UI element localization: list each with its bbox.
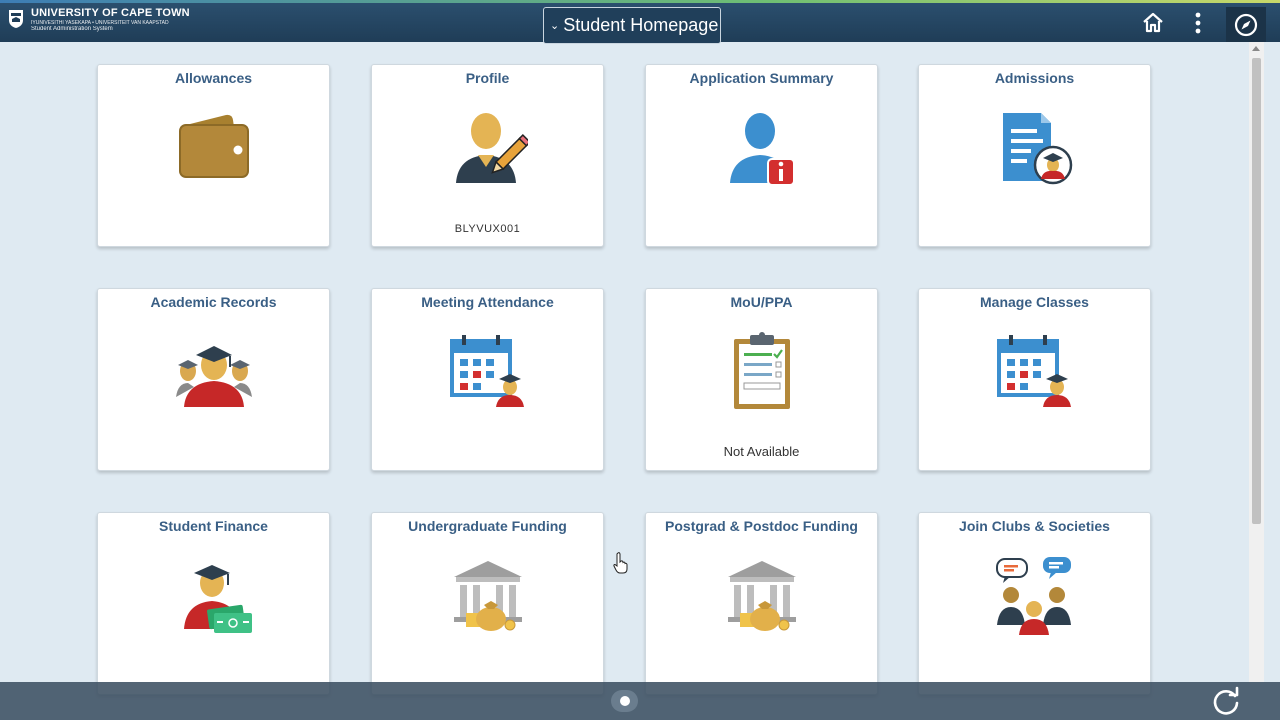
tile-title: Student Finance xyxy=(159,518,268,534)
document-graduate-icon xyxy=(1003,113,1073,185)
graduate-money-icon xyxy=(184,565,252,633)
tile-meeting-attendance[interactable]: Meeting Attendance xyxy=(371,288,604,471)
navbar-button[interactable] xyxy=(1226,7,1266,42)
tile-undergraduate-funding[interactable]: Undergraduate Funding xyxy=(371,512,604,695)
tile-subtitle: BLYVUX001 xyxy=(454,223,521,235)
tile-allowances[interactable]: Allowances xyxy=(97,64,330,247)
tile-admissions[interactable]: Admissions xyxy=(918,64,1151,247)
refresh-icon[interactable] xyxy=(1210,686,1242,718)
university-logo[interactable]: UNIVERSITY OF CAPE TOWN IYUNIVESITHI YAS… xyxy=(8,7,190,37)
tile-title: Undergraduate Funding xyxy=(408,518,567,534)
wallet-icon xyxy=(179,114,249,178)
clipboard-checklist-icon xyxy=(734,332,790,409)
tile-join-clubs-societies[interactable]: Join Clubs & Societies xyxy=(918,512,1151,695)
person-pencil-icon xyxy=(456,113,528,183)
page-indicator-icon[interactable] xyxy=(611,690,638,712)
home-icon xyxy=(1143,12,1163,33)
graduates-group-icon xyxy=(176,346,252,407)
bank-moneybag-icon xyxy=(728,561,796,631)
tile-title: Application Summary xyxy=(689,70,834,86)
tile-postgrad-postdoc-funding[interactable]: Postgrad & Postdoc Funding xyxy=(645,512,878,695)
page-title: Student Homepage xyxy=(563,15,719,35)
home-button[interactable] xyxy=(1138,8,1168,38)
tile-mou-ppa[interactable]: MoU/PPA Not Available xyxy=(645,288,878,471)
bank-moneybag-icon xyxy=(454,561,522,631)
tile-student-finance[interactable]: Student Finance xyxy=(97,512,330,695)
actions-list-button[interactable] xyxy=(1183,8,1213,38)
footer-bar xyxy=(0,682,1280,720)
people-chat-icon xyxy=(996,557,1071,635)
tile-application-summary[interactable]: Application Summary xyxy=(645,64,878,247)
tile-title: Join Clubs & Societies xyxy=(959,518,1110,534)
person-info-icon xyxy=(730,113,795,186)
crest-icon xyxy=(9,10,23,28)
tile-title: Postgrad & Postdoc Funding xyxy=(665,518,858,534)
tile-title: Profile xyxy=(465,70,510,86)
system-name: Student Administration System xyxy=(31,26,113,32)
tile-title: Admissions xyxy=(994,70,1075,86)
scrollbar-thumb[interactable] xyxy=(1252,58,1261,524)
tile-academic-records[interactable]: Academic Records xyxy=(97,288,330,471)
tile-profile[interactable]: Profile BLYVUX001 xyxy=(371,64,604,247)
tile-subtitle: Not Available xyxy=(723,444,800,459)
calendar-graduate-icon xyxy=(450,335,524,407)
chevron-down-icon: ⌄ xyxy=(550,20,560,32)
calendar-graduate-icon xyxy=(997,335,1071,407)
compass-icon xyxy=(1234,13,1258,36)
university-name: UNIVERSITY OF CAPE TOWN xyxy=(31,7,190,19)
tile-title: MoU/PPA xyxy=(730,294,793,310)
tile-title: Meeting Attendance xyxy=(421,294,554,310)
homepage-selector[interactable]: ⌄ Student Homepage xyxy=(543,7,721,44)
tile-title: Academic Records xyxy=(150,294,277,310)
tile-title: Manage Classes xyxy=(980,294,1089,310)
hand-cursor-icon xyxy=(613,552,628,574)
vertical-scrollbar[interactable] xyxy=(1249,42,1264,682)
scroll-up-arrow-icon[interactable] xyxy=(1252,46,1260,51)
tile-title: Allowances xyxy=(174,70,253,86)
tile-manage-classes[interactable]: Manage Classes xyxy=(918,288,1151,471)
vertical-ellipsis-icon xyxy=(1195,12,1201,34)
header-bar: UNIVERSITY OF CAPE TOWN IYUNIVESITHI YAS… xyxy=(0,3,1280,44)
